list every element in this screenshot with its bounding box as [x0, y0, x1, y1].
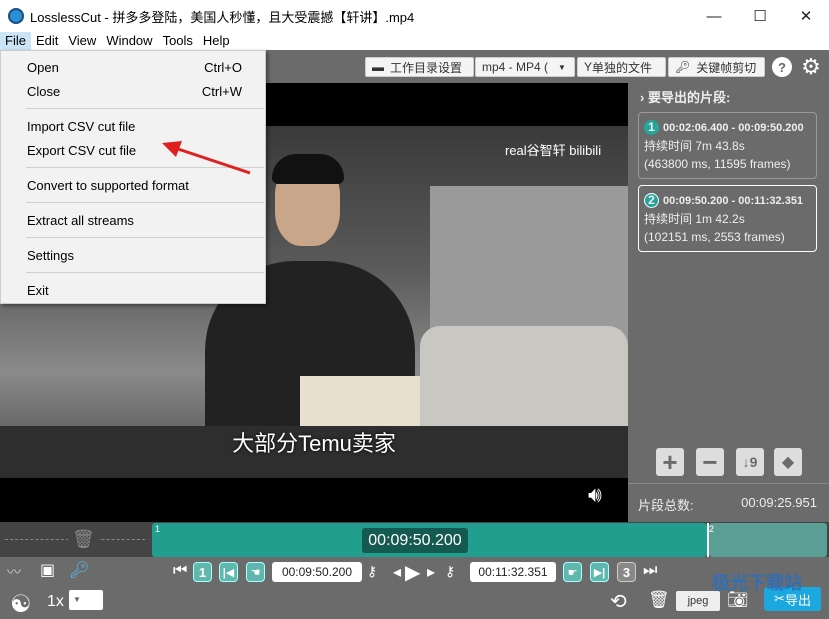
menu-edit[interactable]: Edit [31, 32, 63, 50]
segment-item-selected[interactable]: 2 00:09:50.200 - 00:11:32.351 持续时间 1m 42.… [638, 185, 817, 252]
segment-end-number[interactable]: 3 [617, 562, 636, 582]
menu-item-close[interactable]: Close Ctrl+W [2, 80, 264, 102]
maximize-button[interactable]: ☐ [737, 0, 783, 32]
jump-start-icon[interactable]: ⏮ [173, 562, 187, 580]
jump-cut-start-button[interactable]: |◀ [219, 562, 238, 582]
menu-view[interactable]: View [63, 32, 101, 50]
workdir-button[interactable]: ▬ 工作目录设置 [365, 57, 474, 77]
prev-keyframe-icon[interactable]: ⚷ [367, 563, 377, 580]
annotation-arrow [162, 141, 251, 175]
segment-start-number[interactable]: 1 [193, 562, 212, 582]
controls-bar: 〰 ▣ 🔑︎ ⏮ 1 |◀ ☚ 00:09:50.200 ⚷ ◂ ▶ ▸ ⚷ 0… [0, 557, 829, 619]
menu-item-exit[interactable]: Exit [2, 279, 264, 301]
menu-file[interactable]: File [0, 32, 31, 50]
set-cut-end-button[interactable]: ☛ [563, 562, 582, 582]
speed-label: 1x [47, 593, 64, 610]
thumbnails-icon[interactable]: ▣ [40, 560, 55, 580]
add-segment-button[interactable]: + [656, 447, 684, 477]
next-frame-icon[interactable]: ▸ [427, 562, 435, 582]
menu-item-open[interactable]: Open Ctrl+O [2, 56, 264, 78]
menu-item-extract-streams[interactable]: Extract all streams [2, 209, 264, 231]
key-icon: 🔑︎ [675, 60, 691, 74]
chevron-down-icon: ▼ [558, 62, 566, 72]
help-button[interactable]: ? [772, 57, 792, 77]
tag-segment-button[interactable]: ◆ [774, 448, 802, 476]
menu-help[interactable]: Help [198, 32, 235, 50]
window-title: LosslessCut - 拼多多登陆，美国人秒懂，且大受震撼【轩讲】.mp4 [30, 9, 415, 25]
prev-frame-icon[interactable]: ◂ [393, 562, 401, 582]
timeline[interactable]: 🗑︎ 1 2 00:09:50.200 [0, 522, 829, 557]
minimize-button[interactable]: — [691, 0, 737, 32]
jump-cut-end-button[interactable]: ▶| [590, 562, 609, 582]
keyframe-cut-button[interactable]: 🔑︎ 关键帧剪切 [668, 57, 765, 77]
segment-item[interactable]: 1 00:02:06.400 - 00:09:50.200 持续时间 7m 43.… [638, 112, 817, 179]
waveform-icon[interactable]: 〰 [7, 562, 21, 582]
video-subtitle: 大部分Temu卖家 [232, 431, 396, 456]
app-logo-icon [8, 8, 24, 24]
close-button[interactable]: ✕ [783, 0, 829, 32]
keyframes-key-icon[interactable]: 🔑︎ [69, 560, 89, 580]
rotate-icon[interactable]: ⟲ [610, 589, 627, 614]
cut-end-time-input[interactable]: 00:11:32.351 [470, 562, 556, 582]
delete-trash-icon[interactable]: 🗑︎ [648, 590, 670, 610]
speed-select[interactable]: ▼ [69, 590, 103, 610]
sort-segments-button[interactable]: ↓9 [736, 448, 764, 476]
play-icon[interactable]: ▶ [405, 560, 420, 585]
trash-icon[interactable]: 🗑︎ [68, 529, 99, 550]
menu-item-settings[interactable]: Settings [2, 244, 264, 266]
total-label: 片段总数: [638, 498, 694, 513]
set-cut-start-button[interactable]: ☚ [246, 562, 265, 582]
format-select[interactable]: mp4 - MP4 (▼ [475, 57, 575, 77]
menu-tools[interactable]: Tools [158, 32, 198, 50]
next-keyframe-icon[interactable]: ⚷ [445, 563, 455, 580]
settings-gear-icon[interactable]: ⚙ [801, 54, 821, 79]
segments-panel: › 要导出的片段: 1 00:02:06.400 - 00:09:50.200 持… [628, 83, 829, 522]
volume-icon[interactable]: 🔊︎ [588, 482, 602, 508]
separate-files-button[interactable]: Y 单独的文件 [577, 57, 666, 77]
timeline-segment-2[interactable]: 2 [709, 523, 827, 557]
jump-end-icon[interactable]: ⏭ [643, 562, 657, 580]
yin-yang-icon[interactable]: ☯ [10, 590, 32, 619]
fork-icon: Y [584, 60, 593, 74]
video-watermark: real谷智轩 bilibili [505, 143, 602, 158]
folder-icon: ▬ [372, 60, 384, 74]
panel-header[interactable]: › 要导出的片段: [640, 87, 730, 106]
menu-window[interactable]: Window [101, 32, 157, 50]
menu-item-import-csv[interactable]: Import CSV cut file [2, 115, 264, 137]
current-time-display: 00:09:50.200 [362, 528, 468, 553]
corner-watermark: 极光下载站 [712, 573, 802, 593]
cut-start-time-input[interactable]: 00:09:50.200 [272, 562, 362, 582]
remove-segment-button[interactable]: − [696, 447, 724, 477]
menu-bar: File Edit View Window Tools Help [0, 32, 829, 50]
total-duration: 00:09:25.951 [741, 495, 817, 510]
title-bar: LosslessCut - 拼多多登陆，美国人秒懂，且大受震撼【轩讲】.mp4 … [0, 0, 829, 32]
